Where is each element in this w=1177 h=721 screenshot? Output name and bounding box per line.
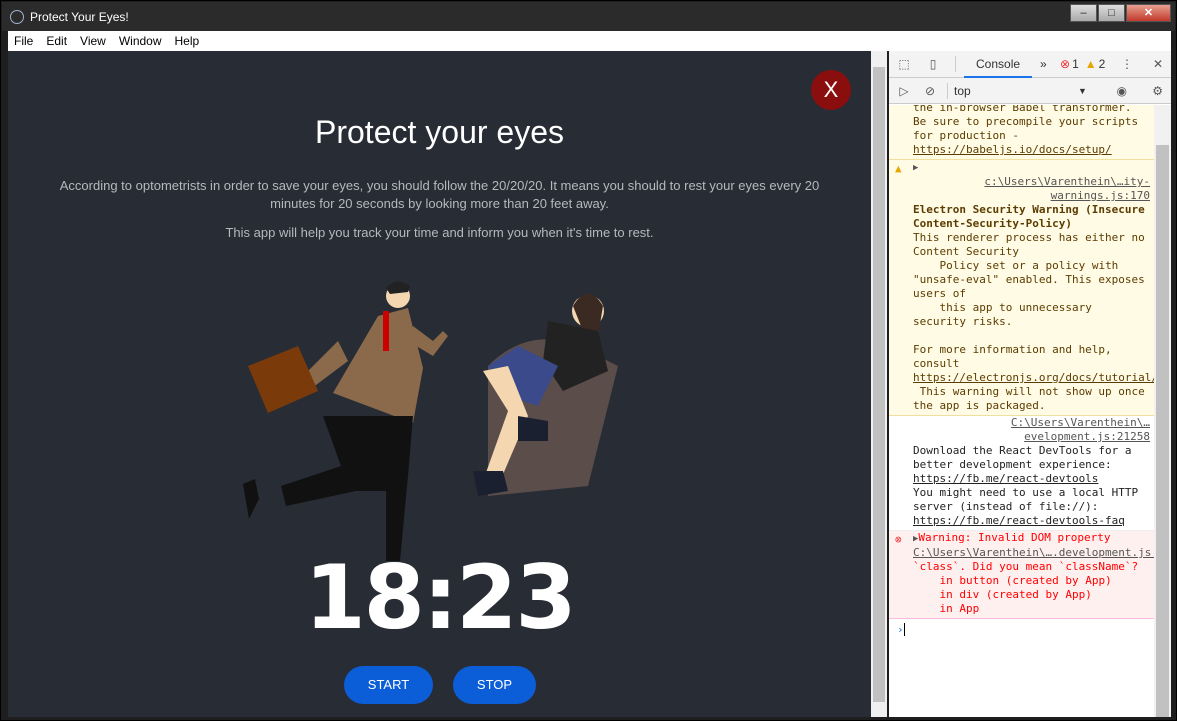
devtools-panel: ⬚ ▯ Console » ⊗ 1 ▲ 2 ⋮ ✕ ▷ ⊘ top ▼ ◉ ⚙ th… [889,51,1171,717]
menu-view[interactable]: View [80,34,106,48]
menu-help[interactable]: Help [175,34,200,48]
message-title: Warning: Invalid DOM property [918,531,1111,544]
console-log: the in-browser Babel transformer. Be sur… [889,105,1154,717]
menu-file[interactable]: File [14,34,33,48]
gear-icon[interactable]: ⚙ [1152,84,1163,98]
minimize-button[interactable]: ‒ [1070,4,1097,22]
sidebar-toggle-icon[interactable]: ▷ [889,84,919,98]
context-select[interactable]: top [954,84,1074,98]
console-message: ⊗ ▶Warning: Invalid DOM property C:\User… [889,531,1154,619]
clear-console-icon[interactable]: ⊘ [919,84,941,98]
stop-button[interactable]: STOP [453,666,536,704]
close-window-button[interactable]: ✕ [1126,4,1171,22]
error-icon: ⊗ [895,533,902,546]
close-app-button[interactable]: X [811,70,851,110]
subtext: This app will help you track your time a… [225,225,654,240]
app-window: Protect Your Eyes! ‒ □ ✕ File Edit View … [0,0,1177,721]
expand-arrow-icon[interactable]: ▶ [913,163,918,173]
kebab-menu-icon[interactable]: ⋮ [1121,57,1133,71]
app-content: X Protect your eyes According to optomet… [8,51,871,717]
console-message: ▲ ▶ c:\Users\Varenthein\…ity-warnings.js… [889,160,1154,416]
running-man [243,281,448,561]
eye-icon[interactable]: ◉ [1117,84,1127,98]
warning-count[interactable]: 2 [1099,57,1106,71]
menu-window[interactable]: Window [119,34,162,48]
message-source[interactable]: C:\Users\Varenthein\….development.js:506 [913,546,1154,560]
error-count[interactable]: 1 [1072,57,1079,71]
message-link[interactable]: https://babeljs.io/docs/setup/ [913,143,1112,156]
console-toolbar: ▷ ⊘ top ▼ ◉ ⚙ [889,78,1171,104]
close-devtools-icon[interactable]: ✕ [1153,57,1163,71]
console-message: C:\Users\Varenthein\…evelopment.js:21258… [889,416,1154,531]
message-link[interactable]: https://electronjs.org/docs/tutorial/sec… [913,371,1154,384]
description: According to optometrists in order to sa… [59,178,820,211]
message-body: This renderer process has either no Cont… [913,231,1145,370]
message-link[interactable]: https://fb.me/react-devtools [913,472,1098,485]
inspect-element-icon[interactable]: ⬚ [889,57,919,71]
maximize-button[interactable]: □ [1098,4,1125,22]
warning-icon: ▲ [895,162,902,175]
countdown-timer: 18:23 [304,546,576,649]
message-text: the in-browser Babel transformer. Be sur… [913,105,1139,142]
message-text: You might need to use a local HTTP serve… [913,486,1139,513]
message-source[interactable]: c:\Users\Varenthein\…ity-warnings.js:170 [913,175,1150,203]
message-title: Electron Security Warning (Insecure Cont… [913,203,1145,230]
error-icon[interactable]: ⊗ [1060,57,1070,71]
console-input[interactable]: › [889,619,1154,641]
window-title: Protect Your Eyes! [30,9,129,24]
menu-edit[interactable]: Edit [46,34,67,48]
console-message: the in-browser Babel transformer. Be sur… [889,105,1154,160]
electron-icon [10,9,24,24]
message-link[interactable]: https://fb.me/react-devtools-faq [913,514,1125,527]
warning-icon[interactable]: ▲ [1085,57,1097,71]
device-toolbar-icon[interactable]: ▯ [919,57,947,71]
title-bar: Protect Your Eyes! ‒ □ ✕ [2,2,1175,31]
more-tabs-icon[interactable]: » [1040,57,1060,71]
message-body: `class`. Did you mean `className`? in bu… [913,560,1139,615]
message-source[interactable]: C:\Users\Varenthein\…evelopment.js:21258 [913,416,1150,444]
app-scrollbar[interactable] [871,51,887,717]
console-scrollbar[interactable] [1154,105,1171,717]
page-title: Protect your eyes [315,114,564,150]
start-button[interactable]: START [344,666,433,704]
menu-bar: File Edit View Window Help [8,31,1171,51]
illustration [243,281,618,561]
chevron-down-icon[interactable]: ▼ [1078,86,1087,96]
tab-console[interactable]: Console [964,51,1033,78]
relaxing-man [473,293,618,496]
devtools-toolbar: ⬚ ▯ Console » ⊗ 1 ▲ 2 ⋮ ✕ [889,51,1171,78]
message-text: Download the React DevTools for a better… [913,444,1132,471]
prompt-icon: › [897,623,904,636]
